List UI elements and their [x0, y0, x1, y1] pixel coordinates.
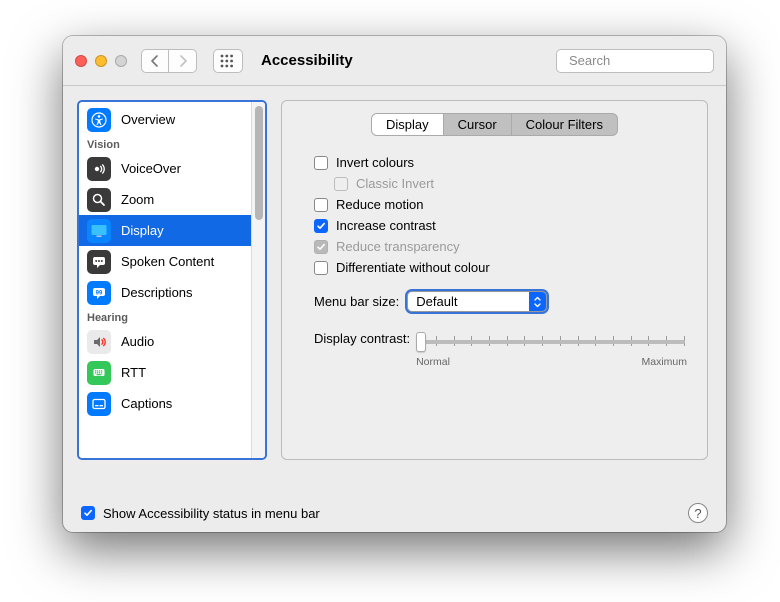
slider-max-label: Maximum [641, 356, 687, 368]
content-area: Overview Vision VoiceOver Zoom [63, 86, 726, 494]
sidebar-item-descriptions[interactable]: 99 Descriptions [79, 277, 251, 308]
classic-invert-label: Classic Invert [356, 175, 434, 193]
sidebar-item-label: Overview [121, 112, 175, 127]
sidebar-item-overview[interactable]: Overview [79, 104, 251, 135]
back-button[interactable] [141, 49, 169, 73]
differentiate-label: Differentiate without colour [336, 259, 490, 277]
titlebar: Accessibility [63, 36, 726, 86]
reduce-motion-checkbox[interactable] [314, 198, 328, 212]
svg-text:99: 99 [96, 290, 103, 296]
window-controls [75, 55, 127, 67]
tab-bar: Display Cursor Colour Filters [302, 113, 687, 136]
sidebar-item-label: Captions [121, 396, 172, 411]
display-contrast-slider[interactable] [416, 330, 687, 354]
increase-contrast-row[interactable]: Increase contrast [314, 217, 687, 235]
sidebar-item-label: Spoken Content [121, 254, 214, 269]
sidebar-item-audio[interactable]: Audio [79, 326, 251, 357]
display-contrast-label: Display contrast: [314, 326, 410, 346]
sidebar-item-label: Display [121, 223, 164, 238]
scrollbar-thumb[interactable] [255, 106, 263, 220]
sidebar-item-display[interactable]: Display [79, 215, 251, 246]
zoom-window-button[interactable] [115, 55, 127, 67]
rtt-icon [87, 361, 111, 385]
audio-icon [87, 330, 111, 354]
page-title: Accessibility [261, 52, 353, 69]
voiceover-icon [87, 157, 111, 181]
zoom-icon [87, 188, 111, 212]
menu-bar-size-value: Default [416, 294, 457, 309]
sidebar-item-label: Descriptions [121, 285, 193, 300]
tab-colour-filters[interactable]: Colour Filters [512, 114, 617, 135]
menu-bar-size-row: Menu bar size: Default [314, 291, 687, 312]
close-window-button[interactable] [75, 55, 87, 67]
minimize-window-button[interactable] [95, 55, 107, 67]
classic-invert-row: Classic Invert [334, 175, 687, 193]
display-contrast-row: Display contrast: Normal Maximum [314, 326, 687, 368]
sidebar-item-zoom[interactable]: Zoom [79, 184, 251, 215]
sidebar-category-hearing: Hearing [79, 308, 251, 326]
invert-colours-checkbox[interactable] [314, 156, 328, 170]
search-input[interactable] [567, 52, 726, 69]
accessibility-window: Accessibility Overview Vision [63, 36, 726, 532]
sidebar-category-vision: Vision [79, 135, 251, 153]
help-button[interactable]: ? [688, 503, 708, 523]
settings-panel: Display Cursor Colour Filters Invert col… [281, 100, 708, 460]
sidebar-item-spoken-content[interactable]: Spoken Content [79, 246, 251, 277]
invert-colours-row[interactable]: Invert colours [314, 154, 687, 172]
reduce-transparency-row: Reduce transparency [314, 238, 687, 256]
invert-colours-label: Invert colours [336, 154, 414, 172]
differentiate-checkbox[interactable] [314, 261, 328, 275]
sidebar-list: Overview Vision VoiceOver Zoom [79, 102, 251, 458]
show-status-label: Show Accessibility status in menu bar [103, 506, 320, 521]
sidebar-item-label: Zoom [121, 192, 154, 207]
reduce-transparency-checkbox [314, 240, 328, 254]
classic-invert-checkbox [334, 177, 348, 191]
differentiate-row[interactable]: Differentiate without colour [314, 259, 687, 277]
sidebar-item-label: RTT [121, 365, 146, 380]
sidebar-item-label: Audio [121, 334, 154, 349]
sidebar-item-rtt[interactable]: RTT [79, 357, 251, 388]
nav-buttons [141, 49, 197, 73]
reduce-transparency-label: Reduce transparency [336, 238, 460, 256]
slider-knob[interactable] [416, 332, 426, 352]
select-arrows-icon [529, 292, 546, 311]
spoken-content-icon [87, 250, 111, 274]
forward-button[interactable] [169, 49, 197, 73]
reduce-motion-label: Reduce motion [336, 196, 423, 214]
tab-cursor[interactable]: Cursor [444, 114, 512, 135]
sidebar: Overview Vision VoiceOver Zoom [77, 100, 267, 460]
sidebar-scrollbar[interactable] [251, 102, 265, 458]
reduce-motion-row[interactable]: Reduce motion [314, 196, 687, 214]
sidebar-item-label: VoiceOver [121, 161, 181, 176]
footer: Show Accessibility status in menu bar ? [63, 494, 726, 532]
menu-bar-size-label: Menu bar size: [314, 294, 399, 309]
show-all-button[interactable] [213, 49, 243, 73]
show-status-checkbox[interactable] [81, 506, 95, 520]
accessibility-icon [87, 108, 111, 132]
captions-icon [87, 392, 111, 416]
sidebar-item-voiceover[interactable]: VoiceOver [79, 153, 251, 184]
slider-min-label: Normal [416, 356, 450, 368]
menu-bar-size-select[interactable]: Default [407, 291, 547, 312]
descriptions-icon: 99 [87, 281, 111, 305]
search-field[interactable] [556, 49, 714, 73]
sidebar-item-captions[interactable]: Captions [79, 388, 251, 419]
increase-contrast-checkbox[interactable] [314, 219, 328, 233]
display-icon [87, 219, 111, 243]
increase-contrast-label: Increase contrast [336, 217, 436, 235]
tab-display[interactable]: Display [372, 114, 444, 135]
